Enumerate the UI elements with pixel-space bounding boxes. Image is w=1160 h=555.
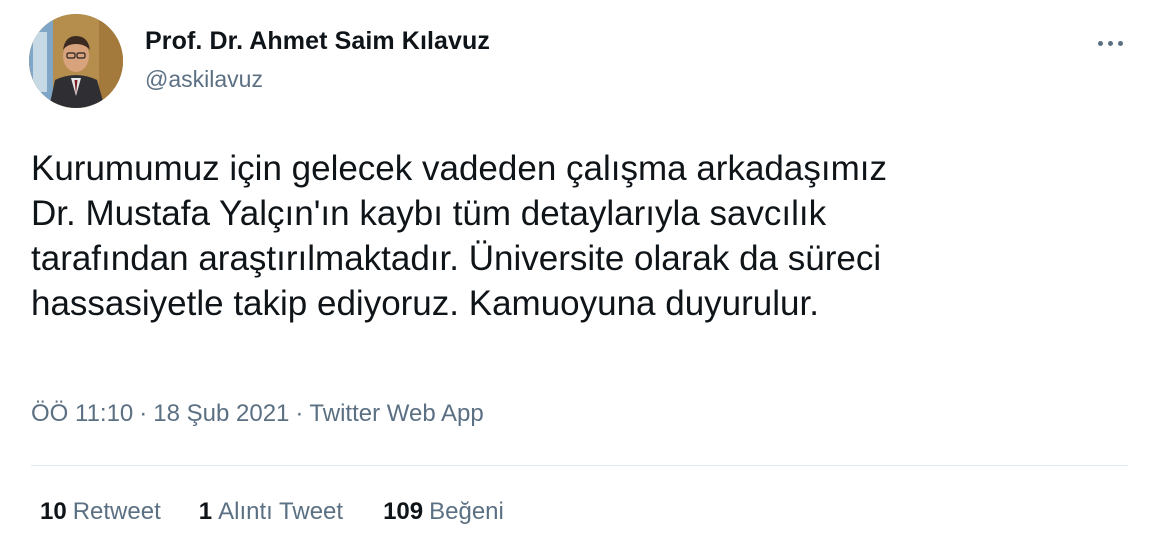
tweet-text-line: hassasiyetle takip ediyoruz. Kamuoyuna d…: [31, 284, 819, 323]
retweets-label: Retweet: [72, 498, 161, 525]
tweet-timestamp[interactable]: ÖÖ 11:10 · 18 Şub 2021: [31, 400, 289, 427]
tweet-metadata: ÖÖ 11:10 · 18 Şub 2021 · Twitter Web App: [31, 400, 484, 428]
likes-label: Beğeni: [429, 498, 504, 525]
tweet-text: Kurumumuz için gelecek vadeden çalışma a…: [31, 146, 1131, 326]
likes-count: 109: [383, 498, 424, 525]
tweet-card: Prof. Dr. Ahmet Saim Kılavuz @askilavuz …: [0, 0, 1160, 555]
tweet-text-line: tarafından araştırılmaktadır. Üniversite…: [31, 239, 882, 278]
engagement-stats: 10 Retweet 1 Alıntı Tweet 109 Beğeni: [40, 498, 504, 526]
quote-tweets-stat[interactable]: 1 Alıntı Tweet: [199, 498, 343, 526]
tweet-time: ÖÖ 11:10: [31, 400, 134, 427]
retweets-count: 10: [40, 498, 67, 525]
more-horizontal-icon: [1097, 40, 1103, 46]
author-handle[interactable]: @askilavuz: [145, 66, 263, 93]
tweet-text-line: Dr. Mustafa Yalçın'ın kaybı tüm detaylar…: [31, 194, 827, 233]
tweet-date: 18 Şub 2021: [153, 400, 290, 427]
separator-dot: ·: [139, 400, 148, 427]
author-display-name[interactable]: Prof. Dr. Ahmet Saim Kılavuz: [145, 27, 490, 56]
more-horizontal-icon-dot: [1107, 40, 1113, 46]
tweet-text-line: Kurumumuz için gelecek vadeden çalışma a…: [31, 149, 887, 188]
quote-tweets-count: 1: [198, 498, 213, 525]
more-options-button[interactable]: [1088, 30, 1132, 56]
tweet-source-link[interactable]: Twitter Web App: [309, 400, 483, 427]
likes-stat[interactable]: 109 Beğeni: [383, 498, 504, 526]
divider: [31, 465, 1128, 466]
separator-dot: ·: [295, 400, 304, 427]
quote-tweets-label: Alıntı Tweet: [218, 498, 344, 525]
avatar[interactable]: [29, 14, 123, 108]
retweets-stat[interactable]: 10 Retweet: [40, 498, 161, 526]
profile-photo-icon: [29, 14, 123, 108]
more-horizontal-icon-dot: [1117, 40, 1123, 46]
